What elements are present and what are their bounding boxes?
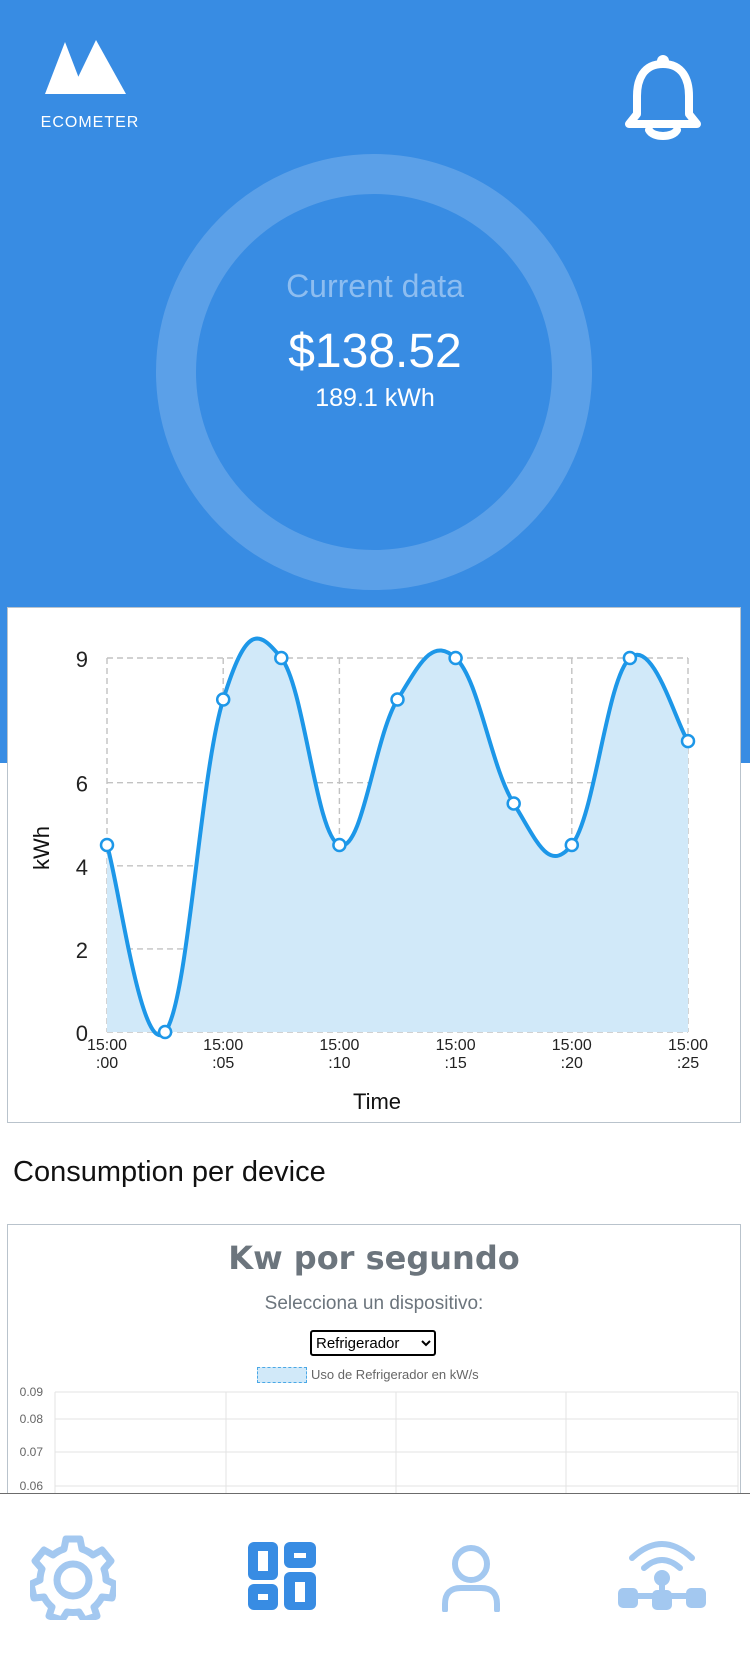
current-price: $138.52 xyxy=(288,325,462,378)
device-y-tick-label: 0.07 xyxy=(20,1445,44,1459)
y-tick-label: 4 xyxy=(76,855,88,880)
x-tick-label: 15:00:25 xyxy=(668,1037,708,1072)
section-title: Consumption per device xyxy=(13,1156,326,1188)
data-point[interactable] xyxy=(506,796,521,811)
data-point[interactable] xyxy=(622,650,638,666)
data-point[interactable] xyxy=(332,837,347,853)
data-point[interactable] xyxy=(99,837,115,853)
user-icon[interactable] xyxy=(441,1544,501,1612)
x-tick-label: 15:00:00 xyxy=(87,1037,127,1072)
data-point[interactable] xyxy=(564,837,580,853)
y-tick-label: 2 xyxy=(76,938,88,963)
x-axis-label: Time xyxy=(353,1089,401,1114)
consumption-area-chart: 0246915:00:0015:00:0515:00:1015:00:1515:… xyxy=(29,636,708,1114)
current-energy: 189.1 kWh xyxy=(315,384,435,412)
bottom-nav xyxy=(0,1493,750,1667)
app-name: ECOMETER xyxy=(40,114,140,131)
x-tick-label: 15:00:10 xyxy=(319,1037,359,1072)
current-data-label: Current data xyxy=(286,268,464,304)
bell-icon[interactable] xyxy=(625,52,701,140)
device-y-tick-label: 0.09 xyxy=(20,1385,44,1399)
data-point[interactable] xyxy=(448,650,463,666)
data-point[interactable] xyxy=(274,650,289,666)
gear-icon[interactable] xyxy=(30,1534,116,1620)
device-y-tick-label: 0.06 xyxy=(20,1479,44,1493)
x-tick-label: 15:00:15 xyxy=(436,1037,476,1072)
wireless-network-icon[interactable] xyxy=(618,1536,706,1610)
data-point[interactable] xyxy=(680,733,696,749)
y-tick-label: 9 xyxy=(76,647,88,672)
data-point[interactable] xyxy=(390,692,405,707)
data-point[interactable] xyxy=(157,1024,173,1040)
y-axis-label: kWh xyxy=(29,826,54,870)
data-point[interactable] xyxy=(215,692,231,707)
x-tick-label: 15:00:05 xyxy=(203,1037,243,1072)
consumption-chart-card: 0 2 4 6 9 15:00:00 15:00:05 15:00:10 15:00:15 15:… xyxy=(7,607,741,1123)
y-tick-label: 6 xyxy=(76,772,88,797)
dashboard-icon[interactable] xyxy=(248,1542,316,1610)
device-y-tick-label: 0.08 xyxy=(20,1412,44,1426)
x-tick-label: 15:00:20 xyxy=(552,1037,592,1072)
